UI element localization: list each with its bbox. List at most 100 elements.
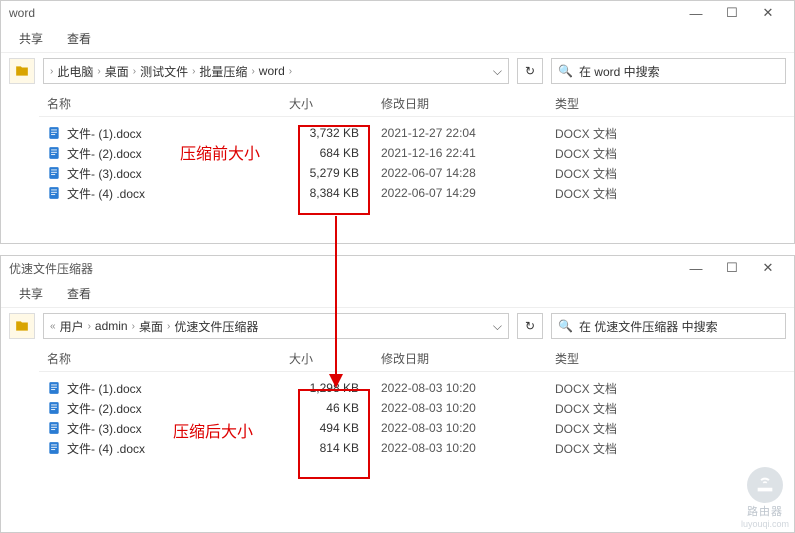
search-placeholder: 在 word 中搜索 — [579, 63, 660, 80]
docx-icon — [47, 166, 61, 180]
chevron-right-icon: › — [50, 66, 53, 77]
chevron-right-icon: › — [167, 321, 170, 332]
address-row: › 此电脑 › 桌面 › 测试文件 › 批量压缩 › word › ⌵ ↻ 🔍 … — [1, 53, 794, 89]
file-date: 2022-08-03 10:20 — [367, 401, 507, 415]
crumb[interactable]: admin — [95, 319, 128, 333]
file-row[interactable]: 文件- (2).docx684 KB2021-12-16 22:41DOCX 文… — [39, 143, 794, 163]
file-name: 文件- (1).docx — [67, 125, 142, 142]
tab-share[interactable]: 共享 — [19, 285, 43, 302]
file-size: 494 KB — [289, 421, 367, 435]
crumb[interactable]: 测试文件 — [140, 63, 188, 80]
file-list-area: 名称 大小 修改日期 类型 文件- (1).docx1,298 KB2022-0… — [1, 344, 794, 532]
close-button[interactable]: ✕ — [750, 260, 786, 276]
crumb[interactable]: 优速文件压缩器 — [174, 318, 258, 335]
header-type[interactable]: 类型 — [507, 350, 627, 367]
file-date: 2022-08-03 10:20 — [367, 441, 507, 455]
file-name: 文件- (4) .docx — [67, 440, 145, 457]
file-row[interactable]: 文件- (3).docx494 KB2022-08-03 10:20DOCX 文… — [39, 418, 794, 438]
ribbon-tabs: 共享 查看 — [1, 280, 794, 308]
docx-icon — [47, 146, 61, 160]
up-folder-button[interactable] — [9, 58, 35, 84]
header-size[interactable]: 大小 — [289, 350, 367, 367]
file-list-area: 名称 大小 修改日期 类型 文件- (1).docx 3,732 KB2021-1… — [1, 89, 794, 243]
search-input[interactable]: 🔍 在 word 中搜索 — [551, 58, 786, 84]
search-input[interactable]: 🔍 在 优速文件压缩器 中搜索 — [551, 313, 786, 339]
file-size: 46 KB — [289, 401, 367, 415]
header-date[interactable]: 修改日期 — [367, 95, 507, 112]
file-size: 1,298 KB — [289, 381, 367, 395]
refresh-button[interactable]: ↻ — [517, 58, 543, 84]
file-date: 2022-06-07 14:28 — [367, 166, 507, 180]
crumb[interactable]: 批量压缩 — [199, 63, 247, 80]
explorer-window-before: word — ☐ ✕ 共享 查看 › 此电脑 › 桌面 › 测试文件 › 批量压… — [0, 0, 795, 244]
docx-icon — [47, 381, 61, 395]
breadcrumb[interactable]: › 此电脑 › 桌面 › 测试文件 › 批量压缩 › word › ⌵ — [43, 58, 509, 84]
file-type: DOCX 文档 — [507, 400, 627, 417]
file-date: 2022-08-03 10:20 — [367, 421, 507, 435]
window-title: word — [9, 6, 678, 20]
chevron-right-icon: › — [97, 66, 100, 77]
maximize-button[interactable]: ☐ — [714, 5, 750, 21]
crumb[interactable]: 此电脑 — [57, 63, 93, 80]
watermark: 路由器 luyouqi.com — [741, 467, 789, 529]
tab-view[interactable]: 查看 — [67, 285, 91, 302]
breadcrumb[interactable]: « 用户 › admin › 桌面 › 优速文件压缩器 ⌵ — [43, 313, 509, 339]
up-folder-button[interactable] — [9, 313, 35, 339]
minimize-button[interactable]: — — [678, 6, 714, 21]
watermark-domain: luyouqi.com — [741, 519, 789, 529]
file-name: 文件- (3).docx — [67, 420, 142, 437]
header-size[interactable]: 大小 — [289, 95, 367, 112]
chevron-left-icon: « — [50, 321, 56, 332]
chevron-right-icon: › — [192, 66, 195, 77]
docx-icon — [47, 126, 61, 140]
file-row[interactable]: 文件- (4) .docx8,384 KB2022-06-07 14:29DOC… — [39, 183, 794, 203]
file-size: 684 KB — [289, 146, 367, 160]
file-name: 文件- (2).docx — [67, 400, 142, 417]
file-name: 文件- (4) .docx — [67, 185, 145, 202]
file-type: DOCX 文档 — [507, 440, 627, 457]
file-size: 8,384 KB — [289, 186, 367, 200]
file-date: 2021-12-27 22:04 — [367, 126, 507, 140]
explorer-window-after: 优速文件压缩器 — ☐ ✕ 共享 查看 « 用户 › admin › 桌面 › … — [0, 255, 795, 533]
header-type[interactable]: 类型 — [507, 95, 627, 112]
column-headers: 名称 大小 修改日期 类型 — [39, 350, 794, 372]
crumb[interactable]: 桌面 — [139, 318, 163, 335]
crumb[interactable]: 桌面 — [105, 63, 129, 80]
titlebar: word — ☐ ✕ — [1, 1, 794, 25]
refresh-button[interactable]: ↻ — [517, 313, 543, 339]
search-icon: 🔍 — [558, 64, 573, 78]
crumb[interactable]: word — [259, 64, 285, 78]
chevron-down-icon[interactable]: ⌵ — [493, 64, 502, 79]
docx-icon — [47, 441, 61, 455]
search-placeholder: 在 优速文件压缩器 中搜索 — [579, 318, 718, 335]
file-name: 文件- (1).docx — [67, 380, 142, 397]
chevron-down-icon[interactable]: ⌵ — [493, 319, 502, 334]
maximize-button[interactable]: ☐ — [714, 260, 750, 276]
file-date: 2021-12-16 22:41 — [367, 146, 507, 160]
ribbon-tabs: 共享 查看 — [1, 25, 794, 53]
file-row[interactable]: 文件- (2).docx 46 KB2022-08-03 10:20DOCX 文档 — [39, 398, 794, 418]
titlebar: 优速文件压缩器 — ☐ ✕ — [1, 256, 794, 280]
file-row[interactable]: 文件- (4) .docx 814 KB2022-08-03 10:20DOCX … — [39, 438, 794, 458]
file-row[interactable]: 文件- (1).docx1,298 KB2022-08-03 10:20DOCX… — [39, 378, 794, 398]
crumb[interactable]: 用户 — [60, 318, 84, 335]
file-row[interactable]: 文件- (3).docx5,279 KB2022-06-07 14:28DOCX… — [39, 163, 794, 183]
tab-share[interactable]: 共享 — [19, 30, 43, 47]
chevron-right-icon: › — [251, 66, 254, 77]
address-row: « 用户 › admin › 桌面 › 优速文件压缩器 ⌵ ↻ 🔍 在 优速文件… — [1, 308, 794, 344]
search-icon: 🔍 — [558, 319, 573, 333]
header-date[interactable]: 修改日期 — [367, 350, 507, 367]
close-button[interactable]: ✕ — [750, 5, 786, 21]
tab-view[interactable]: 查看 — [67, 30, 91, 47]
minimize-button[interactable]: — — [678, 261, 714, 276]
chevron-right-icon: › — [289, 66, 292, 77]
file-type: DOCX 文档 — [507, 380, 627, 397]
file-date: 2022-06-07 14:29 — [367, 186, 507, 200]
file-row[interactable]: 文件- (1).docx3,732 KB2021-12-27 22:04DOCX… — [39, 123, 794, 143]
file-size: 3,732 KB — [289, 126, 367, 140]
file-size: 814 KB — [289, 441, 367, 455]
header-name[interactable]: 名称 — [39, 350, 289, 367]
header-name[interactable]: 名称 — [39, 95, 289, 112]
docx-icon — [47, 421, 61, 435]
router-icon — [747, 467, 783, 503]
